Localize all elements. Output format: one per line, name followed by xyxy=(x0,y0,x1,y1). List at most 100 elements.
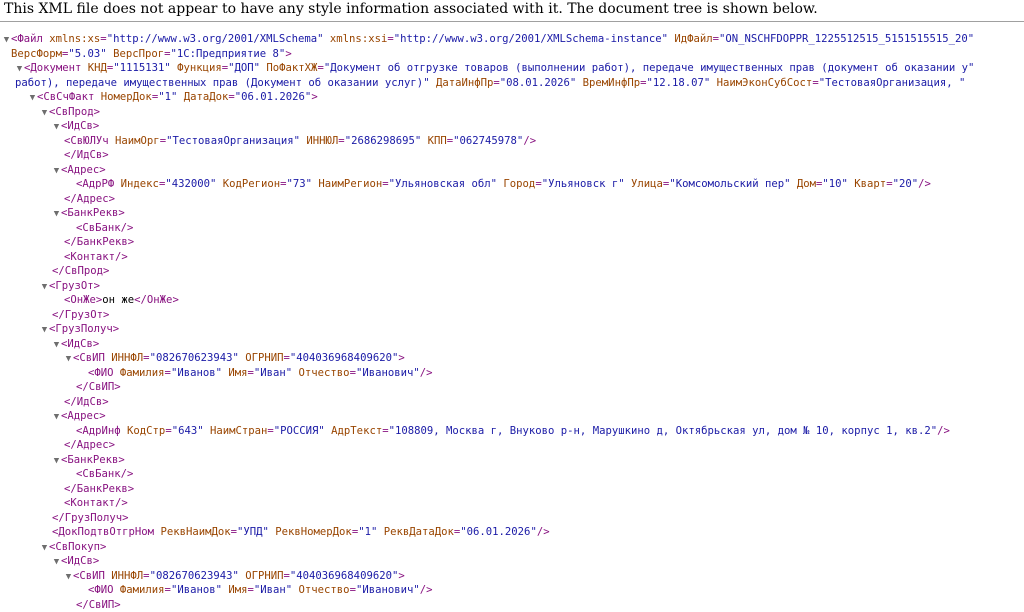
xml-line: ▼<ИдСв> xyxy=(0,119,1024,134)
xml-attr-name: НаимРегион xyxy=(312,178,382,190)
xml-tag: <Адрес> xyxy=(61,410,106,422)
collapse-arrow-icon[interactable]: ▼ xyxy=(52,164,61,178)
collapse-arrow-icon[interactable]: ▼ xyxy=(40,280,49,294)
xml-tag-end: > xyxy=(398,352,404,364)
xml-line: ▼<ГрузПолуч> xyxy=(0,322,1024,337)
xml-attr-value: "Ульяновская обл" xyxy=(389,178,497,190)
xml-tag: <БанкРекв> xyxy=(61,454,125,466)
xml-attr-name: КодСтр xyxy=(121,425,166,437)
xml-tag: <СвЮЛУч xyxy=(64,135,109,147)
xml-tag: <БанкРекв> xyxy=(61,207,125,219)
collapse-arrow-icon[interactable]: ▼ xyxy=(52,120,61,134)
xml-tag: </ИдСв> xyxy=(64,396,109,408)
xml-attr-name: ВремИнфПр xyxy=(576,77,640,89)
xml-attr-name: НаимОрг xyxy=(109,135,160,147)
collapse-arrow-icon[interactable]: ▼ xyxy=(28,91,37,105)
collapse-arrow-icon[interactable]: ▼ xyxy=(40,541,49,555)
xml-line: </БанкРекв> xyxy=(0,482,1024,497)
xml-tag: </СвИП> xyxy=(76,381,121,393)
xml-attr-name: ИдФайл xyxy=(668,33,713,45)
xml-attr-value: "404036968409620" xyxy=(290,570,398,582)
xml-tag: </ОнЖе> xyxy=(134,294,179,306)
xml-attr-value: "73" xyxy=(287,178,313,190)
collapse-arrow-icon[interactable]: ▼ xyxy=(52,207,61,221)
xml-attr-value: работ), передаче имущественных прав (Док… xyxy=(15,77,430,89)
xml-tag-end: /> xyxy=(937,425,950,437)
xml-line: <АдрИнф КодСтр="643" НаимСтран="РОССИЯ" … xyxy=(0,424,1024,439)
xml-line: <ОнЖе>он же</ОнЖе> xyxy=(0,293,1024,308)
xml-line: <ФИО Фамилия="Иванов" Имя="Иван" Отчеств… xyxy=(0,366,1024,381)
xml-attr-name: Улица xyxy=(625,178,663,190)
xml-attr-value: "РОССИЯ" xyxy=(274,425,325,437)
xml-attr-name: КНД xyxy=(81,62,107,74)
xml-tag: <ИдСв> xyxy=(61,120,99,132)
xml-attr-value: "http://www.w3.org/2001/XMLSchema-instan… xyxy=(394,33,668,45)
collapse-arrow-icon[interactable]: ▼ xyxy=(52,410,61,424)
xml-tag-end: /> xyxy=(420,584,433,596)
xml-attr-name: Фамилия xyxy=(114,367,165,379)
xml-attr-name: Функция xyxy=(171,62,222,74)
xml-attr-value: "http://www.w3.org/2001/XMLSchema" xyxy=(107,33,324,45)
xml-tag: </ГрузПолуч> xyxy=(52,512,129,524)
xml-tag: <ДокПодтвОтгрНом xyxy=(52,526,154,538)
xml-attr-value: "Документ об отгрузке товаров (выполнени… xyxy=(324,62,975,74)
xml-tag: <ГрузПолуч> xyxy=(49,323,119,335)
xml-attr-name: НаимЭконСубСост xyxy=(710,77,812,89)
xml-attr-name: НаимСтран xyxy=(204,425,268,437)
collapse-arrow-icon[interactable]: ▼ xyxy=(64,570,73,584)
collapse-arrow-icon[interactable]: ▼ xyxy=(52,555,61,569)
collapse-arrow-icon[interactable]: ▼ xyxy=(52,454,61,468)
xml-attr-name: ДатаДок xyxy=(177,91,228,103)
xml-attr-name: Имя xyxy=(222,584,248,596)
xml-attr-name: ИННФЛ xyxy=(105,352,143,364)
xml-attr-name: Дом xyxy=(791,178,817,190)
xml-attr-value: "082670623943" xyxy=(150,570,239,582)
xml-line: работ), передаче имущественных прав (Док… xyxy=(0,76,1024,91)
xml-line: <Контакт/> xyxy=(0,250,1024,265)
xml-attr-value: "Комсомольский пер" xyxy=(669,178,790,190)
xml-line: </ГрузПолуч> xyxy=(0,511,1024,526)
xml-attr-name: ВерсФорм xyxy=(11,48,62,60)
xml-tag-end: > xyxy=(311,91,317,103)
xml-attr-name: xmlns:xs xyxy=(43,33,100,45)
xml-line: ▼<СвИП ИННФЛ="082670623943" ОГРНИП="4040… xyxy=(0,351,1024,366)
xml-tag: <Контакт/> xyxy=(64,251,128,263)
xml-tag: </БанкРекв> xyxy=(64,483,134,495)
xml-line: </ИдСв> xyxy=(0,148,1024,163)
xml-line: </БанкРекв> xyxy=(0,235,1024,250)
xml-attr-name: Фамилия xyxy=(114,584,165,596)
collapse-arrow-icon[interactable]: ▼ xyxy=(40,106,49,120)
xml-line: ▼<БанкРекв> xyxy=(0,453,1024,468)
xml-attr-value: "643" xyxy=(172,425,204,437)
xml-tag: <ОнЖе> xyxy=(64,294,102,306)
xml-line: ▼<Адрес> xyxy=(0,163,1024,178)
xml-attr-name: ИННФЛ xyxy=(105,570,143,582)
xml-attr-name: ДатаИнфПр xyxy=(430,77,494,89)
xml-document-tree: ▼<Файл xmlns:xs="http://www.w3.org/2001/… xyxy=(0,32,1024,610)
xml-line: <Контакт/> xyxy=(0,496,1024,511)
xml-tag: </Адрес> xyxy=(64,439,115,451)
xml-attr-value: "5.03" xyxy=(68,48,106,60)
xml-tag: <ФИО xyxy=(88,367,114,379)
xml-tag: <ИдСв> xyxy=(61,555,99,567)
xml-tag: <СвИП xyxy=(73,570,105,582)
xml-attr-name: ИННЮЛ xyxy=(300,135,338,147)
xml-line: ▼<Адрес> xyxy=(0,409,1024,424)
xml-tag-end: /> xyxy=(523,135,536,147)
collapse-arrow-icon[interactable]: ▼ xyxy=(15,62,24,76)
collapse-arrow-icon[interactable]: ▼ xyxy=(2,33,11,47)
xml-attr-value: "12.18.07" xyxy=(646,77,710,89)
xml-attr-value: "432000" xyxy=(165,178,216,190)
xml-attr-value: "ON_NSCHFDOPPR_1225512515_5151515515_20" xyxy=(719,33,974,45)
xml-tag: </ГрузОт> xyxy=(52,309,109,321)
collapse-arrow-icon[interactable]: ▼ xyxy=(64,352,73,366)
xml-tag-end: > xyxy=(398,570,404,582)
xml-attr-name: КодРегион xyxy=(216,178,280,190)
xml-attr-value: "Ульяновск г" xyxy=(542,178,625,190)
xml-tag: <Адрес> xyxy=(61,164,106,176)
xml-attr-value: "УПД" xyxy=(237,526,269,538)
xml-tag: <Контакт/> xyxy=(64,497,128,509)
xml-attr-name: Индекс xyxy=(114,178,159,190)
collapse-arrow-icon[interactable]: ▼ xyxy=(52,338,61,352)
collapse-arrow-icon[interactable]: ▼ xyxy=(40,323,49,337)
